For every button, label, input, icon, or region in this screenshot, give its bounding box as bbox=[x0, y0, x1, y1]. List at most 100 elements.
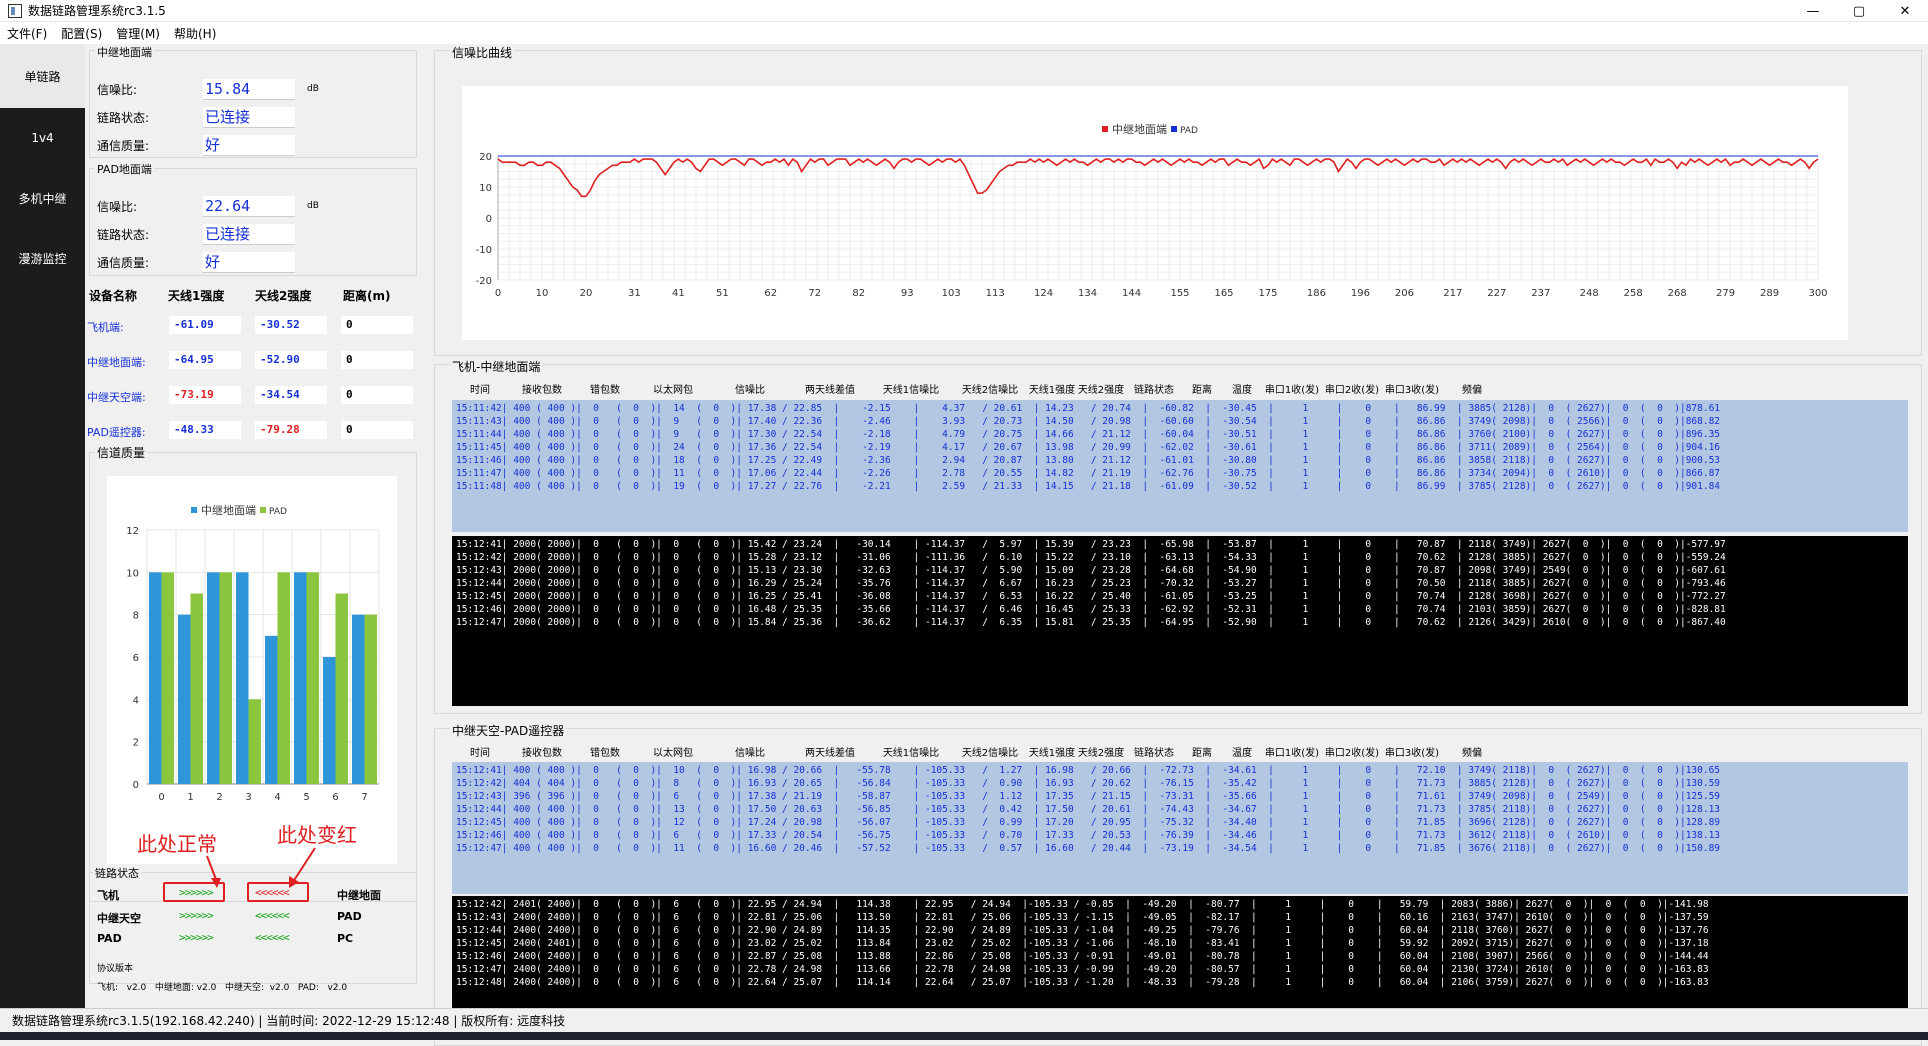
air-relay-dark-table[interactable]: 15:12:41| 2000( 2000)| 0 ( 0 )| 0 ( 0 )|… bbox=[452, 536, 1908, 706]
ant1-strength: -48.33 bbox=[169, 421, 241, 439]
x-tick-label: 5 bbox=[303, 792, 309, 803]
relay-quality-value: 好 bbox=[203, 135, 295, 156]
x-tick-label: 62 bbox=[764, 288, 777, 299]
table-row: 15:12:42| 2000( 2000)| 0 ( 0 )| 0 ( 0 )|… bbox=[456, 552, 1726, 563]
forward-arrows: >>>>>> bbox=[179, 931, 214, 944]
y-tick-label: -10 bbox=[476, 245, 492, 256]
col-dist: 距离(m) bbox=[343, 289, 391, 303]
table-row: 15:11:46| 400 ( 400 )| 0 ( 0 )| 18 ( 0 )… bbox=[456, 455, 1721, 466]
x-tick-label: 103 bbox=[942, 288, 961, 299]
x-tick-label: 155 bbox=[1170, 288, 1189, 299]
legend-swatch bbox=[260, 507, 266, 513]
nav-multi-relay[interactable]: 多机中继 bbox=[0, 168, 85, 228]
column-header: 天线2强度 bbox=[1077, 748, 1125, 759]
table-row: 15:12:47| 2000( 2000)| 0 ( 0 )| 0 ( 0 )|… bbox=[456, 617, 1726, 628]
quality-label: 通信质量: bbox=[97, 256, 150, 270]
x-tick-label: 113 bbox=[986, 288, 1005, 299]
legend-label: 中继地面端 bbox=[201, 504, 256, 517]
column-header: 温度 bbox=[1232, 748, 1252, 759]
title-bar: 数据链路管理系统rc3.1.5 — ▢ ✕ bbox=[0, 0, 1928, 22]
ant2-strength: -34.54 bbox=[255, 386, 327, 404]
menu-help[interactable]: 帮助(H) bbox=[167, 25, 223, 42]
table-row: 15:11:43| 400 ( 400 )| 0 ( 0 )| 9 ( 0 )|… bbox=[456, 416, 1721, 427]
column-header: 串口3收(发) bbox=[1384, 385, 1440, 396]
ant2-strength: -79.28 bbox=[255, 421, 327, 439]
column-header: 信噪比 bbox=[735, 748, 765, 759]
x-tick-label: 258 bbox=[1624, 288, 1643, 299]
x-tick-label: 72 bbox=[808, 288, 821, 299]
x-tick-label: 186 bbox=[1307, 288, 1326, 299]
pad-quality-value: 好 bbox=[203, 252, 295, 273]
relay-snr-value: 15.84 bbox=[203, 79, 295, 100]
bar bbox=[219, 572, 232, 784]
column-header: 两天线差值 bbox=[805, 385, 855, 396]
table-row: 15:11:45| 400 ( 400 )| 0 ( 0 )| 24 ( 0 )… bbox=[456, 442, 1721, 453]
reverse-arrows: <<<<<< bbox=[255, 909, 290, 922]
relay-ground-title: 中继地面端 bbox=[95, 44, 154, 60]
column-header: 错包数 bbox=[590, 385, 620, 396]
minimize-button[interactable]: — bbox=[1790, 0, 1836, 22]
column-header: 频偏 bbox=[1462, 748, 1482, 759]
bar bbox=[306, 572, 319, 784]
x-tick-label: 175 bbox=[1258, 288, 1277, 299]
nav-roaming-monitor[interactable]: 漫游监控 bbox=[0, 228, 85, 288]
bar bbox=[178, 614, 191, 784]
y-tick-label: 20 bbox=[479, 152, 492, 163]
air-relay-blue-table[interactable]: 15:11:42| 400 ( 400 )| 0 ( 0 )| 14 ( 0 )… bbox=[452, 400, 1908, 532]
x-tick-label: 93 bbox=[901, 288, 914, 299]
link-left-label: 飞机 bbox=[97, 889, 119, 902]
legend-label: 中继地面端 bbox=[1112, 123, 1167, 136]
device-name: 中继地面端: bbox=[87, 356, 146, 369]
bar bbox=[364, 614, 377, 784]
y-tick-label: 10 bbox=[126, 568, 139, 579]
menu-manage[interactable]: 管理(M) bbox=[109, 25, 167, 42]
x-tick-label: 289 bbox=[1760, 288, 1779, 299]
column-header: 距离 bbox=[1192, 748, 1212, 759]
bar bbox=[335, 593, 348, 784]
table-row: 15:12:41| 2000( 2000)| 0 ( 0 )| 0 ( 0 )|… bbox=[456, 539, 1726, 550]
legend-label: PAD bbox=[1180, 126, 1198, 136]
legend-swatch bbox=[1171, 126, 1177, 132]
table-row: 15:12:44| 400 ( 400 )| 0 ( 0 )| 13 ( 0 )… bbox=[456, 804, 1721, 815]
link-right-label: PC bbox=[337, 932, 354, 945]
distance: 0 bbox=[341, 351, 413, 369]
device-name: PAD遥控器: bbox=[87, 426, 146, 439]
table-row: 15:12:45| 400 ( 400 )| 0 ( 0 )| 12 ( 0 )… bbox=[456, 817, 1721, 828]
x-tick-label: 134 bbox=[1078, 288, 1097, 299]
x-tick-label: 82 bbox=[852, 288, 865, 299]
bar bbox=[236, 572, 249, 784]
menu-config[interactable]: 配置(S) bbox=[54, 25, 109, 42]
link-right-label: PAD bbox=[337, 910, 362, 923]
column-header: 串口1收(发) bbox=[1264, 748, 1320, 759]
col-ant1: 天线1强度 bbox=[168, 289, 225, 303]
bar bbox=[277, 572, 290, 784]
reverse-arrows-red: <<<<<< bbox=[255, 886, 290, 899]
nav-single-link[interactable]: 单链路 bbox=[0, 44, 85, 108]
sky-pad-blue-table[interactable]: 15:12:41| 400 ( 400 )| 0 ( 0 )| 10 ( 0 )… bbox=[452, 762, 1908, 894]
column-header: 时间 bbox=[470, 748, 490, 759]
y-tick-label: -20 bbox=[476, 276, 492, 287]
bar bbox=[323, 657, 336, 784]
column-header: 串口2收(发) bbox=[1324, 385, 1380, 396]
close-button[interactable]: ✕ bbox=[1882, 0, 1928, 22]
distance: 0 bbox=[341, 316, 413, 334]
link-left-label: 中继天空 bbox=[97, 912, 141, 925]
ant2-strength: -30.52 bbox=[255, 316, 327, 334]
pad-ground-title: PAD地面端 bbox=[95, 161, 154, 177]
app-icon bbox=[8, 3, 22, 18]
x-tick-label: 0 bbox=[495, 288, 501, 299]
legend-swatch bbox=[191, 507, 197, 513]
snr-label: 信噪比: bbox=[97, 200, 138, 214]
nav-1v4[interactable]: 1v4 bbox=[0, 108, 85, 168]
table-row: 15:12:44| 2400( 2400)| 0 ( 0 )| 6 ( 0 )|… bbox=[456, 925, 1709, 936]
window-title: 数据链路管理系统rc3.1.5 bbox=[28, 4, 166, 18]
x-tick-label: 124 bbox=[1034, 288, 1053, 299]
menu-file[interactable]: 文件(F) bbox=[0, 25, 54, 42]
link-label: 链路状态: bbox=[97, 228, 150, 242]
link-left-label: PAD bbox=[97, 932, 122, 945]
air-relay-title: 飞机-中继地面端 bbox=[450, 358, 543, 375]
ant2-strength: -52.90 bbox=[255, 351, 327, 369]
bar bbox=[265, 635, 278, 784]
maximize-button[interactable]: ▢ bbox=[1836, 0, 1882, 22]
column-header: 接收包数 bbox=[522, 748, 562, 759]
